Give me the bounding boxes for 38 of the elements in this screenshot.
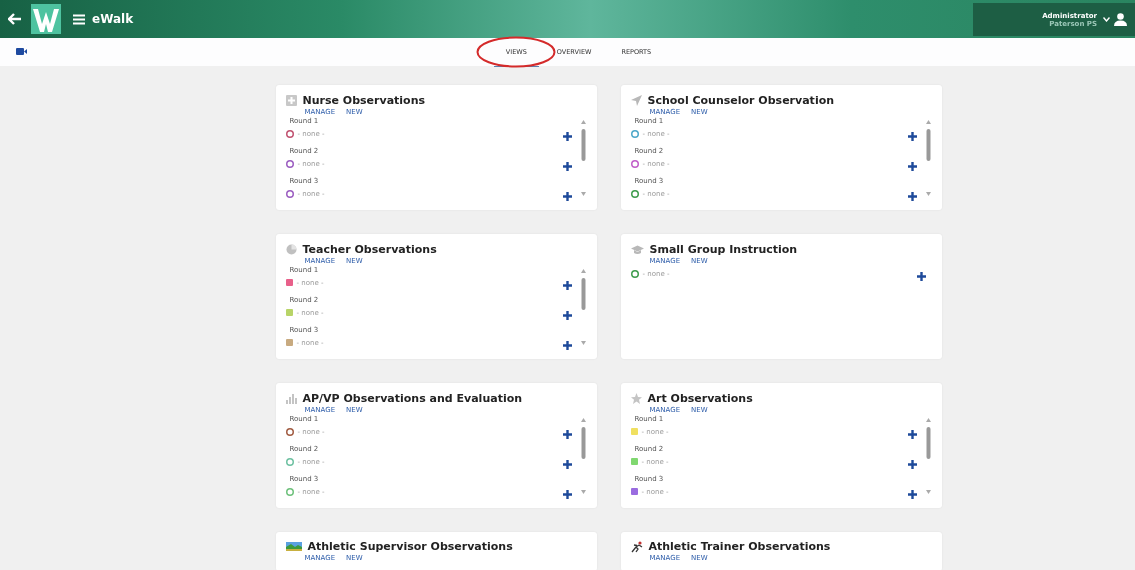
card-title: Athletic Supervisor Observations bbox=[307, 540, 513, 553]
caret-icon bbox=[1103, 17, 1110, 22]
bar-chart-icon bbox=[285, 393, 297, 404]
back-arrow-icon[interactable] bbox=[8, 13, 22, 25]
paper-plane-icon bbox=[630, 95, 642, 106]
card-title: Small Group Instruction bbox=[649, 243, 798, 256]
add-icon[interactable] bbox=[562, 132, 572, 141]
star-icon bbox=[630, 393, 642, 404]
card-title: AP/VP Observations and Evaluation bbox=[302, 392, 523, 405]
pie-chart-icon bbox=[285, 244, 297, 255]
plus-square-icon bbox=[285, 95, 297, 106]
add-icon[interactable] bbox=[907, 192, 917, 201]
add-icon[interactable] bbox=[907, 162, 917, 171]
add-icon[interactable] bbox=[907, 132, 917, 141]
card-title: Athletic Trainer Observations bbox=[648, 540, 831, 553]
card-title: School Counselor Observation bbox=[647, 94, 835, 107]
menu-icon[interactable] bbox=[73, 13, 85, 25]
runner-icon bbox=[630, 540, 643, 553]
app-title: eWalk bbox=[92, 12, 134, 26]
landscape-icon bbox=[285, 542, 302, 551]
add-icon[interactable] bbox=[562, 162, 572, 171]
add-icon[interactable] bbox=[562, 281, 572, 290]
user-icon bbox=[1114, 13, 1127, 26]
add-icon[interactable] bbox=[907, 460, 917, 469]
add-icon[interactable] bbox=[562, 311, 572, 320]
add-icon[interactable] bbox=[907, 490, 917, 499]
video-camera-icon[interactable] bbox=[16, 48, 27, 55]
card-title: Nurse Observations bbox=[302, 94, 425, 107]
add-icon[interactable] bbox=[562, 460, 572, 469]
add-icon[interactable] bbox=[907, 430, 917, 439]
add-icon[interactable] bbox=[916, 272, 926, 281]
card-title: Teacher Observations bbox=[302, 243, 437, 256]
card-title: Art Observations bbox=[647, 392, 753, 405]
add-icon[interactable] bbox=[562, 430, 572, 439]
add-icon[interactable] bbox=[562, 341, 572, 350]
graduation-cap-icon bbox=[630, 244, 644, 255]
add-icon[interactable] bbox=[562, 490, 572, 499]
add-icon[interactable] bbox=[562, 192, 572, 201]
